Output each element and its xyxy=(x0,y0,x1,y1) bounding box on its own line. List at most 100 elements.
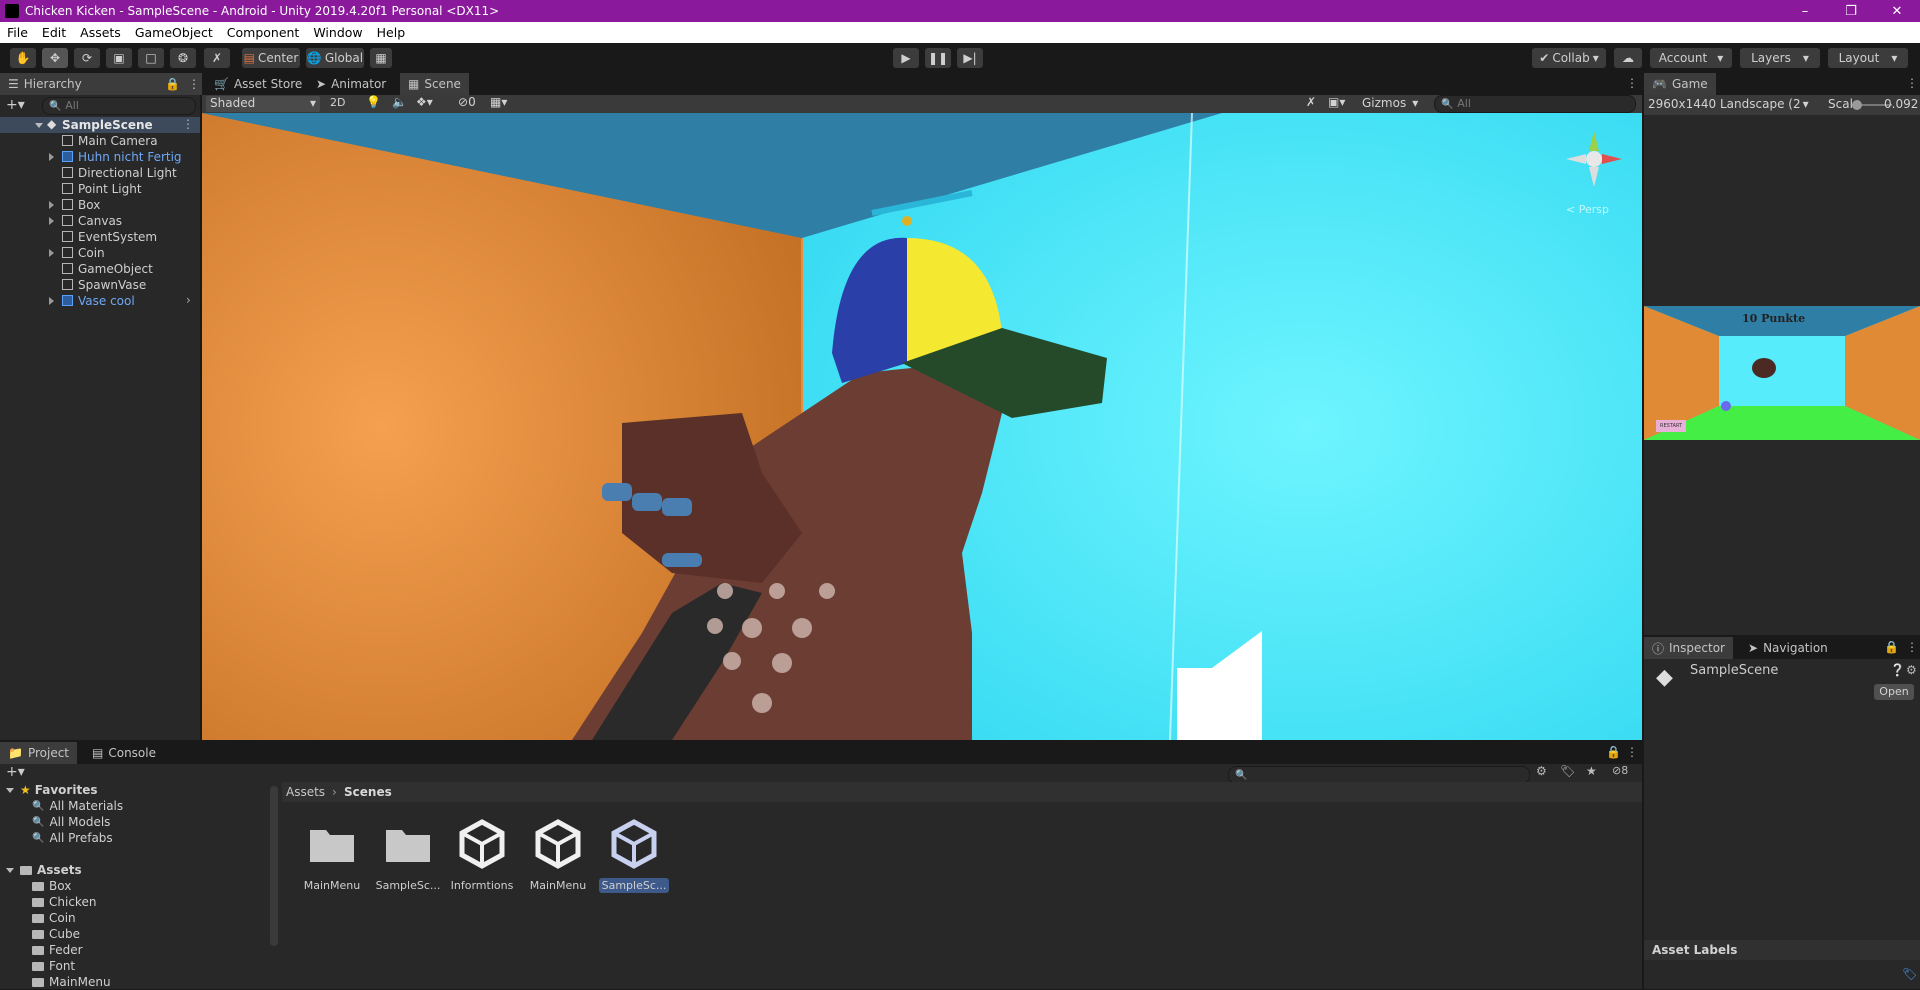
menu-window[interactable]: Window xyxy=(306,25,369,40)
rect-tool-icon[interactable]: □ xyxy=(138,48,164,68)
resolution-dropdown[interactable]: 2960x1440 Landscape (2 ▾ xyxy=(1648,97,1809,111)
more-options-icon[interactable]: ⋮ xyxy=(188,77,200,91)
breadcrumb-scenes[interactable]: Scenes xyxy=(344,785,392,799)
folder-item[interactable]: Feder xyxy=(32,942,83,958)
pivot-global-button[interactable]: 🌐 Global xyxy=(306,48,364,68)
pivot-center-button[interactable]: ▤ Center xyxy=(242,48,300,68)
lock-icon[interactable]: 🔒 xyxy=(165,77,180,91)
hierarchy-scene-row[interactable]: ◆ SampleScene ⋮ xyxy=(0,117,200,133)
scale-slider-handle[interactable] xyxy=(1852,100,1862,110)
hierarchy-item[interactable]: Main Camera xyxy=(0,133,200,149)
scale-tool-icon[interactable]: ▣ xyxy=(106,48,132,68)
favorite-item[interactable]: 🔍 All Materials xyxy=(32,798,123,814)
tab-asset-store[interactable]: 🛒 Asset Store xyxy=(206,73,310,95)
menu-file[interactable]: File xyxy=(0,25,35,40)
maximize-icon[interactable]: ❐ xyxy=(1828,4,1874,19)
layers-dropdown[interactable]: Layers ▾ xyxy=(1740,48,1820,68)
menu-help[interactable]: Help xyxy=(370,25,413,40)
orientation-gizmo[interactable] xyxy=(1562,127,1626,191)
more-options-icon[interactable]: ⋮ xyxy=(1626,76,1638,90)
2d-toggle[interactable]: 2D xyxy=(330,96,345,109)
folder-item[interactable]: Cube xyxy=(32,926,80,942)
hierarchy-item[interactable]: Box xyxy=(0,197,200,213)
favorite-item[interactable]: 🔍 All Prefabs xyxy=(32,830,113,846)
folder-item[interactable]: Font xyxy=(32,958,75,974)
hierarchy-item[interactable]: Coin xyxy=(0,245,200,261)
folder-item[interactable]: MainMenu xyxy=(32,974,111,990)
game-view[interactable]: 10 Punkte RESTART xyxy=(1644,306,1920,440)
scene-view[interactable]: < Persp xyxy=(202,113,1642,740)
more-options-icon[interactable]: ⋮ xyxy=(1626,745,1638,759)
pause-button[interactable]: ❚❚ xyxy=(925,48,951,68)
favorites-header[interactable]: ★ Favorites xyxy=(6,782,97,798)
hierarchy-item[interactable]: Canvas xyxy=(0,213,200,229)
hierarchy-item[interactable]: SpawnVase xyxy=(0,277,200,293)
account-dropdown[interactable]: Account ▾ xyxy=(1650,48,1732,68)
open-button[interactable]: Open xyxy=(1874,684,1914,700)
hand-tool-icon[interactable]: ✋ xyxy=(10,48,36,68)
hierarchy-item[interactable]: EventSystem xyxy=(0,229,200,245)
expand-arrow-icon[interactable] xyxy=(49,297,54,305)
lighting-toggle-icon[interactable]: 💡 xyxy=(366,95,381,109)
effects-toggle-icon[interactable]: ❖▾ xyxy=(416,95,433,109)
asset-scene[interactable]: Informtions xyxy=(446,818,518,892)
filter-label-icon[interactable]: 🏷 xyxy=(1560,764,1575,778)
assets-header[interactable]: Assets xyxy=(6,862,82,878)
chevron-right-icon[interactable]: › xyxy=(186,293,191,307)
asset-scene[interactable]: MainMenu xyxy=(522,818,594,892)
menu-component[interactable]: Component xyxy=(220,25,307,40)
move-tool-icon[interactable]: ✥ xyxy=(42,48,68,68)
create-button[interactable]: +▾ xyxy=(6,97,25,113)
folder-item[interactable]: Coin xyxy=(32,910,76,926)
label-tag-icon[interactable]: 🏷 xyxy=(1902,967,1917,981)
minimize-icon[interactable]: – xyxy=(1782,4,1828,19)
filter-type-icon[interactable]: ⚙ xyxy=(1536,764,1547,778)
hierarchy-item[interactable]: Vase cool › xyxy=(0,293,200,309)
close-icon[interactable]: ✕ xyxy=(1874,4,1920,19)
rotate-tool-icon[interactable]: ⟳ xyxy=(74,48,100,68)
tools-icon[interactable]: ✗ xyxy=(1306,95,1316,109)
hierarchy-item[interactable]: Directional Light xyxy=(0,165,200,181)
cloud-icon[interactable]: ☁ xyxy=(1614,48,1642,68)
menu-edit[interactable]: Edit xyxy=(35,25,73,40)
layout-dropdown[interactable]: Layout ▾ xyxy=(1828,48,1908,68)
menu-gameobject[interactable]: GameObject xyxy=(128,25,220,40)
more-options-icon[interactable]: ⋮ xyxy=(1906,640,1918,654)
tab-inspector[interactable]: ⓘ Inspector xyxy=(1644,637,1733,659)
help-icon[interactable]: ❔ xyxy=(1890,663,1905,677)
expand-arrow-icon[interactable] xyxy=(49,153,54,161)
hierarchy-item[interactable]: GameObject xyxy=(0,261,200,277)
tree-scrollbar[interactable] xyxy=(270,786,278,946)
folder-item[interactable]: Box xyxy=(32,878,71,894)
tab-animator[interactable]: ➤ Animator xyxy=(308,73,394,95)
more-options-icon[interactable]: ⋮ xyxy=(182,117,194,131)
hierarchy-item[interactable]: Huhn nicht Fertig xyxy=(0,149,200,165)
tab-scene[interactable]: ▦ Scene xyxy=(400,73,469,95)
gizmos-dropdown[interactable]: Gizmos ▾ xyxy=(1362,96,1418,110)
hidden-packages-icon[interactable]: ⊘8 xyxy=(1612,764,1628,777)
hierarchy-search-input[interactable]: 🔍 All xyxy=(42,97,196,115)
grid-toggle-icon[interactable]: ▦▾ xyxy=(490,95,507,109)
tab-hierarchy[interactable]: ☰ Hierarchy 🔒 ⋮ xyxy=(0,73,208,95)
folder-item[interactable]: Chicken xyxy=(32,894,96,910)
settings-icon[interactable]: ⚙ xyxy=(1906,663,1917,677)
tab-game[interactable]: 🎮 Game xyxy=(1644,73,1716,95)
breadcrumb-assets[interactable]: Assets xyxy=(286,785,325,799)
lock-icon[interactable]: 🔒 xyxy=(1606,745,1621,759)
asset-scene[interactable]: SampleSc... xyxy=(598,818,670,893)
scene-search-input[interactable]: 🔍 All xyxy=(1434,95,1636,113)
hidden-objects-icon[interactable]: ⊘0 xyxy=(458,95,476,109)
projection-label[interactable]: < Persp xyxy=(1566,203,1609,216)
expand-arrow-icon[interactable] xyxy=(49,249,54,257)
more-options-icon[interactable]: ⋮ xyxy=(1906,76,1918,90)
favorite-star-icon[interactable]: ★ xyxy=(1586,764,1597,778)
step-button[interactable]: ▶| xyxy=(957,48,983,68)
collab-dropdown[interactable]: ✔ Collab ▾ xyxy=(1532,48,1606,68)
expand-arrow-icon[interactable] xyxy=(49,217,54,225)
shading-mode-dropdown[interactable]: Shaded ▾ xyxy=(206,96,320,112)
lock-icon[interactable]: 🔒 xyxy=(1884,640,1899,654)
audio-toggle-icon[interactable]: 🔈 xyxy=(392,95,407,109)
tab-console[interactable]: ▤ Console xyxy=(84,742,164,764)
menu-assets[interactable]: Assets xyxy=(73,25,128,40)
create-button[interactable]: +▾ xyxy=(6,764,25,780)
